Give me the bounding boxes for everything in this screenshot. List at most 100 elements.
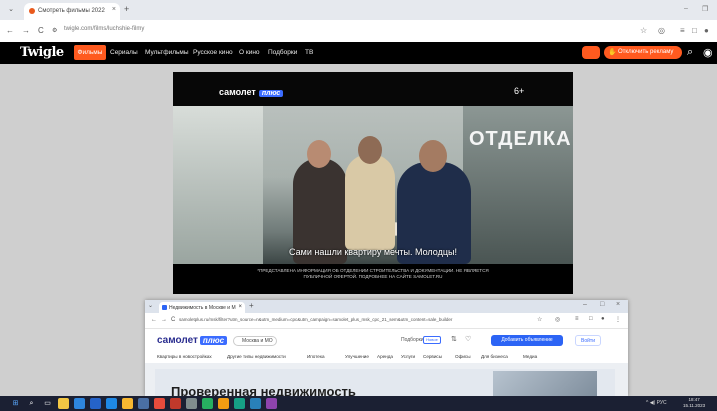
video-player[interactable]: самолет плюс 6+ ОТДЕЛКА Сами нашли кварти… bbox=[173, 72, 573, 294]
menu-item-new-buildings[interactable]: Квартиры в новостройках bbox=[157, 354, 212, 359]
nav-tv[interactable]: ТВ bbox=[305, 49, 313, 56]
explorer-icon[interactable] bbox=[58, 398, 69, 409]
realty-logo[interactable]: самолет плюс bbox=[157, 335, 228, 346]
sidebar-icon[interactable]: □ bbox=[589, 316, 593, 322]
video-subtitle: Сами нашли квартиру мечты. Молодцы! bbox=[289, 247, 457, 257]
second-window-tab[interactable]: Недвижимость в Москве и М × bbox=[159, 302, 245, 313]
ad-brand-plus: плюс bbox=[258, 90, 284, 97]
profile-icon[interactable]: ● bbox=[601, 316, 605, 322]
reading-list-icon[interactable]: ≡ bbox=[575, 316, 579, 322]
video-frame: ОТДЕЛКА bbox=[173, 106, 573, 264]
extension-icon[interactable]: ◎ bbox=[555, 316, 560, 323]
tab-search-icon[interactable]: ⌄ bbox=[6, 5, 16, 15]
browser-tabstrip: ⌄ Смотреть фильмы 2022 × + – ❐ bbox=[0, 0, 717, 20]
app-icon[interactable] bbox=[170, 398, 181, 409]
chrome-icon[interactable] bbox=[154, 398, 165, 409]
menu-item-business[interactable]: Для бизнеса bbox=[481, 354, 508, 359]
add-listing-button[interactable]: Добавить объявление bbox=[491, 335, 563, 346]
window-minimize-button[interactable]: – bbox=[684, 5, 688, 12]
menu-item-media[interactable]: Медиа bbox=[523, 354, 537, 359]
city-selector[interactable]: Москва и МО bbox=[233, 336, 277, 346]
hero-image bbox=[493, 371, 597, 396]
menu-item-offices[interactable]: Офисы bbox=[455, 354, 471, 359]
window-close-button[interactable]: × bbox=[616, 301, 620, 308]
maps-icon[interactable] bbox=[202, 398, 213, 409]
reload-button[interactable]: C bbox=[38, 26, 44, 35]
tab-close-icon[interactable]: × bbox=[238, 304, 242, 310]
forward-button[interactable]: → bbox=[161, 317, 167, 323]
nav-cartoons[interactable]: Мультфильмы bbox=[145, 49, 189, 56]
nav-about-cinema[interactable]: О кино bbox=[239, 49, 260, 56]
reading-list-icon[interactable]: ≡ bbox=[680, 26, 685, 35]
favorites-link[interactable]: Подборки bbox=[401, 337, 424, 343]
realty-brand-name: самолет bbox=[157, 335, 198, 346]
realty-favicon-icon bbox=[162, 305, 167, 310]
settings-icon[interactable] bbox=[266, 398, 277, 409]
store-icon[interactable] bbox=[218, 398, 229, 409]
site-info-icon[interactable]: ⚙ bbox=[52, 27, 57, 34]
back-button[interactable]: ← bbox=[6, 26, 14, 35]
reload-button[interactable]: C bbox=[171, 317, 175, 323]
taskbar: ⊞ ⌕ ▭ ^ ◀) РУС 18:47 15.11.2023 bbox=[0, 396, 717, 411]
second-window-tab-title: Недвижимость в Москве и М bbox=[169, 305, 236, 311]
account-icon[interactable]: ◉ bbox=[703, 46, 713, 59]
age-rating: 6+ bbox=[514, 86, 525, 96]
nav-collections[interactable]: Подборки bbox=[268, 49, 297, 56]
menu-item-other-types[interactable]: Другие типы недвижимости bbox=[227, 354, 286, 359]
star-icon[interactable]: ☆ bbox=[537, 316, 542, 323]
tab-search-icon[interactable]: ⌄ bbox=[148, 302, 153, 309]
menu-item-mortgage[interactable]: Ипотека bbox=[307, 354, 325, 359]
window-restore-button[interactable]: ❐ bbox=[702, 5, 708, 13]
second-window-url[interactable]: samoletplus.ru/msk/filter?utm_source=n&u… bbox=[179, 317, 452, 322]
media-icon[interactable] bbox=[138, 398, 149, 409]
compare-icon[interactable]: ⇅ bbox=[451, 335, 457, 343]
menu-item-tools[interactable]: Сервисы bbox=[423, 354, 442, 359]
windows-icon[interactable]: ⊞ bbox=[10, 398, 21, 409]
back-button[interactable]: ← bbox=[151, 317, 157, 323]
outlook-icon[interactable] bbox=[90, 398, 101, 409]
menu-item-improvement[interactable]: Улучшение bbox=[345, 354, 369, 359]
profile-icon[interactable]: ● bbox=[704, 26, 709, 35]
clock[interactable]: 18:47 15.11.2023 bbox=[683, 397, 705, 409]
nav-russian-cinema[interactable]: Русское кино bbox=[193, 49, 233, 56]
star-icon[interactable]: ☆ bbox=[640, 26, 647, 35]
teams-icon[interactable] bbox=[234, 398, 245, 409]
login-button[interactable]: Войти bbox=[575, 335, 601, 346]
taskview-icon[interactable]: ▭ bbox=[42, 398, 53, 409]
vscode-icon[interactable] bbox=[74, 398, 85, 409]
new-tab-button[interactable]: + bbox=[124, 4, 129, 14]
skype-icon[interactable] bbox=[250, 398, 261, 409]
tab-close-icon[interactable]: × bbox=[112, 6, 116, 13]
menu-icon[interactable]: ⋮ bbox=[615, 316, 621, 323]
extension-icon[interactable]: ◎ bbox=[658, 26, 665, 35]
url-field[interactable]: twigle.com/films/luchshie-filmy bbox=[64, 26, 144, 32]
window-minimize-button[interactable]: – bbox=[583, 301, 587, 308]
disable-ads-button[interactable]: ✋ Отключить рекламу bbox=[604, 46, 682, 59]
promo-icon[interactable] bbox=[582, 46, 600, 59]
forward-button[interactable]: → bbox=[22, 26, 30, 35]
second-browser-window[interactable]: ⌄ Недвижимость в Москве и М × + – □ × ← … bbox=[145, 300, 628, 396]
second-window-address-row: ← → C samoletplus.ru/msk/filter?utm_sour… bbox=[145, 313, 628, 329]
window-maximize-button[interactable]: □ bbox=[600, 301, 604, 308]
new-tab-button[interactable]: + bbox=[249, 301, 254, 310]
files-icon[interactable] bbox=[106, 398, 117, 409]
system-tray[interactable]: ^ ◀) РУС bbox=[646, 400, 667, 406]
browser-tab-active[interactable]: Смотреть фильмы 2022 × bbox=[24, 3, 120, 20]
sidebar-icon[interactable]: □ bbox=[692, 26, 697, 35]
calc-icon[interactable] bbox=[122, 398, 133, 409]
hand-icon: ✋ bbox=[608, 49, 617, 56]
search-icon[interactable]: ⌕ bbox=[26, 398, 37, 409]
nav-series[interactable]: Сериалы bbox=[110, 49, 138, 56]
photos-icon[interactable] bbox=[186, 398, 197, 409]
site-logo[interactable]: Twigle bbox=[20, 45, 64, 60]
new-badge: Новое bbox=[423, 336, 441, 344]
menu-item-services[interactable]: Услуги bbox=[401, 354, 415, 359]
menu-item-rent[interactable]: Аренда bbox=[377, 354, 393, 359]
scene-person-man-beard bbox=[345, 136, 395, 250]
heart-icon[interactable]: ♡ bbox=[465, 335, 471, 343]
clock-date: 15.11.2023 bbox=[683, 403, 706, 408]
search-icon[interactable]: ⌕ bbox=[687, 46, 693, 59]
scene-head bbox=[358, 136, 382, 164]
nav-films[interactable]: Фильмы bbox=[74, 45, 106, 60]
scene-head bbox=[419, 140, 447, 172]
